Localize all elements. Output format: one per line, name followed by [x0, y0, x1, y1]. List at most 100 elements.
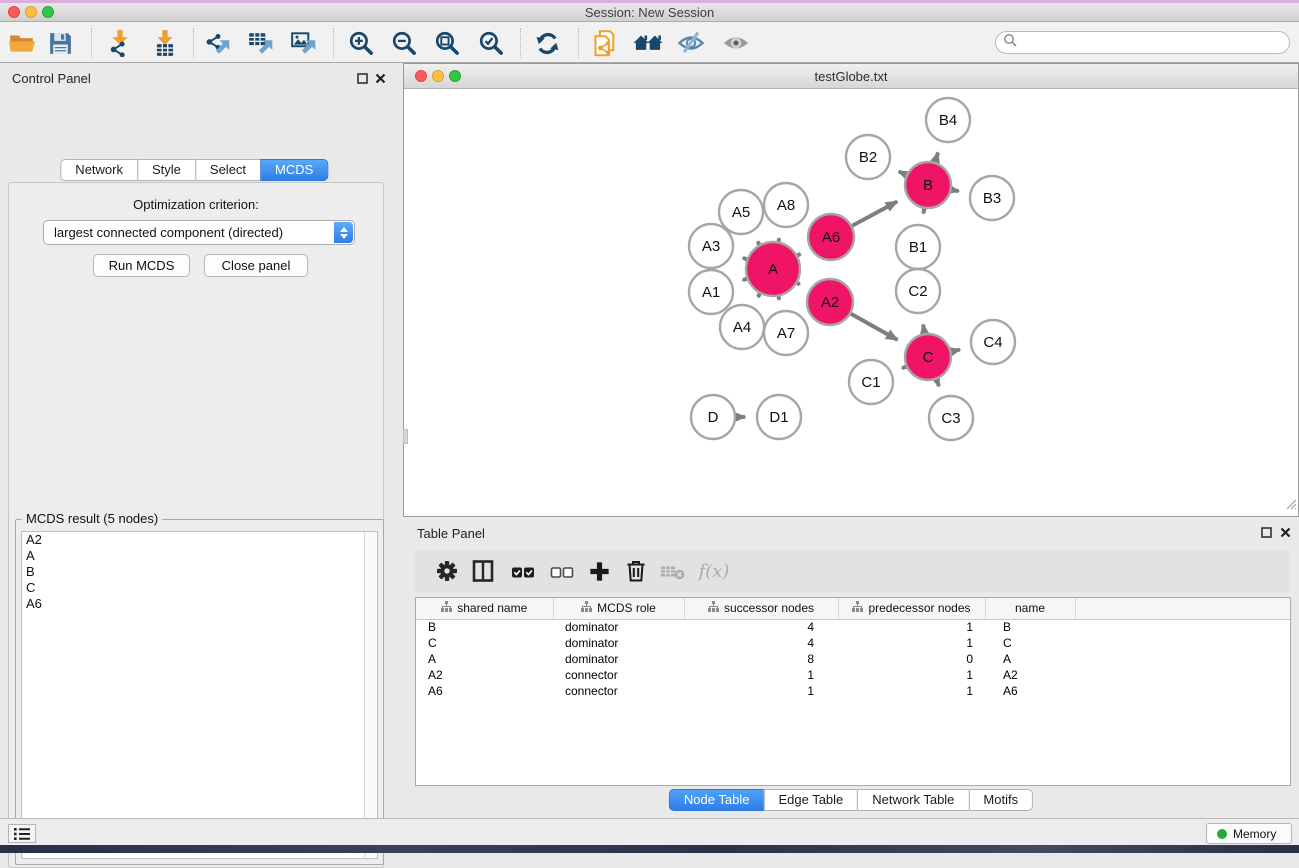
table-cell[interactable]: 1	[838, 619, 985, 635]
table-cell[interactable]: 0	[838, 651, 985, 667]
graph-node-C4[interactable]: C4	[971, 320, 1015, 364]
delete-column-icon[interactable]	[623, 558, 649, 584]
graph-edge-B-B2[interactable]	[899, 171, 907, 175]
mcds-list-scrollbar[interactable]	[364, 532, 377, 858]
tab-select[interactable]: Select	[195, 159, 261, 181]
graph-edge-A-A3[interactable]	[743, 258, 747, 260]
network-window-titlebar[interactable]: testGlobe.txt	[404, 64, 1298, 89]
cybrowser-icon[interactable]	[631, 26, 665, 60]
table-cell[interactable]: B	[985, 619, 1075, 635]
memory-button[interactable]: Memory	[1206, 823, 1292, 844]
hide-graphics-icon[interactable]	[674, 26, 708, 60]
graph-node-A5[interactable]: A5	[719, 190, 763, 234]
graph-node-A6[interactable]: A6	[808, 214, 854, 260]
table-cell[interactable]: 4	[684, 635, 838, 651]
table-cell[interactable]: 8	[684, 651, 838, 667]
graph-node-A[interactable]: A	[746, 242, 800, 296]
table-cell[interactable]: 1	[684, 667, 838, 683]
table-cell[interactable]: A2	[416, 667, 553, 683]
graph-node-A1[interactable]: A1	[689, 270, 733, 314]
graph-edge-C-C3[interactable]	[937, 380, 940, 387]
zoom-out-icon[interactable]	[387, 26, 421, 60]
graph-edge-A-A7[interactable]	[779, 296, 780, 299]
graph-edge-A-A2[interactable]	[797, 283, 800, 285]
tab-mcds[interactable]: MCDS	[260, 159, 328, 181]
table-cell[interactable]: dominator	[553, 635, 684, 651]
table-cell[interactable]: C	[416, 635, 553, 651]
tab-node-table[interactable]: Node Table	[669, 789, 765, 811]
graph-edge-A-A8[interactable]	[779, 238, 780, 241]
refresh-icon[interactable]	[530, 26, 564, 60]
select-stepper-icon[interactable]	[334, 222, 353, 243]
graph-node-B2[interactable]: B2	[846, 135, 890, 179]
graph-edge-C-C2[interactable]	[923, 325, 924, 334]
table-cell[interactable]: dominator	[553, 651, 684, 667]
graph-node-C1[interactable]: C1	[849, 360, 893, 404]
table-cell[interactable]: 1	[838, 683, 985, 699]
graph-node-A2[interactable]: A2	[807, 279, 853, 325]
table-cell[interactable]: A2	[985, 667, 1075, 683]
tab-network-table[interactable]: Network Table	[857, 789, 969, 811]
graph-node-A3[interactable]: A3	[689, 224, 733, 268]
column-header-name[interactable]: name	[985, 598, 1075, 619]
close-table-panel-icon[interactable]	[1279, 526, 1292, 539]
table-cell[interactable]: A6	[985, 683, 1075, 699]
column-header-successor-nodes[interactable]: successor nodes	[684, 598, 838, 619]
float-panel-icon[interactable]	[356, 72, 369, 85]
graph-edge-C-C4[interactable]	[951, 350, 960, 352]
graph-node-D1[interactable]: D1	[757, 395, 801, 439]
columns-icon[interactable]	[470, 558, 496, 584]
mcds-result-list[interactable]: A2ABCA6	[21, 531, 378, 859]
network-canvas[interactable]: AA1A2A3A4A5A6A7A8BB1B2B3B4CC1C2C3C4DD1	[404, 89, 1298, 516]
select-all-icon[interactable]	[510, 558, 536, 584]
tab-style[interactable]: Style	[137, 159, 196, 181]
close-panel-button[interactable]: Close panel	[204, 254, 308, 277]
search-field[interactable]	[995, 31, 1290, 54]
criterion-select[interactable]: largest connected component (directed)	[43, 220, 355, 245]
graph-node-D[interactable]: D	[691, 395, 735, 439]
table-cell[interactable]: B	[416, 619, 553, 635]
tab-edge-table[interactable]: Edge Table	[763, 789, 858, 811]
table-cell[interactable]: dominator	[553, 619, 684, 635]
table-row[interactable]: A2connector11A2	[416, 667, 1290, 683]
close-panel-icon[interactable]	[374, 72, 387, 85]
graph-edge-A2-C[interactable]	[851, 314, 898, 340]
show-graphics-icon[interactable]	[719, 26, 753, 60]
export-table-icon[interactable]	[244, 26, 278, 60]
float-table-panel-icon[interactable]	[1260, 526, 1273, 539]
graph-edge-B-B4[interactable]	[935, 153, 938, 163]
run-mcds-button[interactable]: Run MCDS	[93, 254, 190, 277]
column-header-shared-name[interactable]: shared name	[416, 598, 553, 619]
zoom-in-icon[interactable]	[344, 26, 378, 60]
graph-node-B[interactable]: B	[905, 162, 951, 208]
network-from-selection-icon[interactable]	[588, 26, 622, 60]
graph-edge-A6-B[interactable]	[852, 202, 897, 226]
import-network-icon[interactable]	[103, 26, 137, 60]
table-cell[interactable]: C	[985, 635, 1075, 651]
graph-node-B1[interactable]: B1	[896, 225, 940, 269]
graph-node-B4[interactable]: B4	[926, 98, 970, 142]
graph-node-B3[interactable]: B3	[970, 176, 1014, 220]
column-header-predecessor-nodes[interactable]: predecessor nodes	[838, 598, 985, 619]
zoom-selected-icon[interactable]	[474, 26, 508, 60]
table-cell[interactable]: A	[985, 651, 1075, 667]
gear-icon[interactable]	[434, 558, 460, 584]
graph-node-A8[interactable]: A8	[764, 183, 808, 227]
graph-node-C3[interactable]: C3	[929, 396, 973, 440]
column-header-MCDS-role[interactable]: MCDS role	[553, 598, 684, 619]
graph-node-C[interactable]: C	[905, 334, 951, 380]
zoom-fit-icon[interactable]	[430, 26, 464, 60]
table-row[interactable]: Cdominator41C	[416, 635, 1290, 651]
table-cell[interactable]: A6	[416, 683, 553, 699]
graph-node-A7[interactable]: A7	[764, 311, 808, 355]
graph-edge-A-A1[interactable]	[743, 279, 747, 281]
table-cell[interactable]: 1	[684, 683, 838, 699]
table-cell[interactable]: connector	[553, 667, 684, 683]
graph-edge-B-B3[interactable]	[952, 190, 959, 191]
splitter-handle[interactable]	[403, 429, 408, 444]
deselect-all-icon[interactable]	[549, 558, 575, 584]
tab-motifs[interactable]: Motifs	[968, 789, 1033, 811]
save-session-icon[interactable]	[43, 26, 77, 60]
import-table-icon[interactable]	[148, 26, 182, 60]
table-cell[interactable]: connector	[553, 683, 684, 699]
